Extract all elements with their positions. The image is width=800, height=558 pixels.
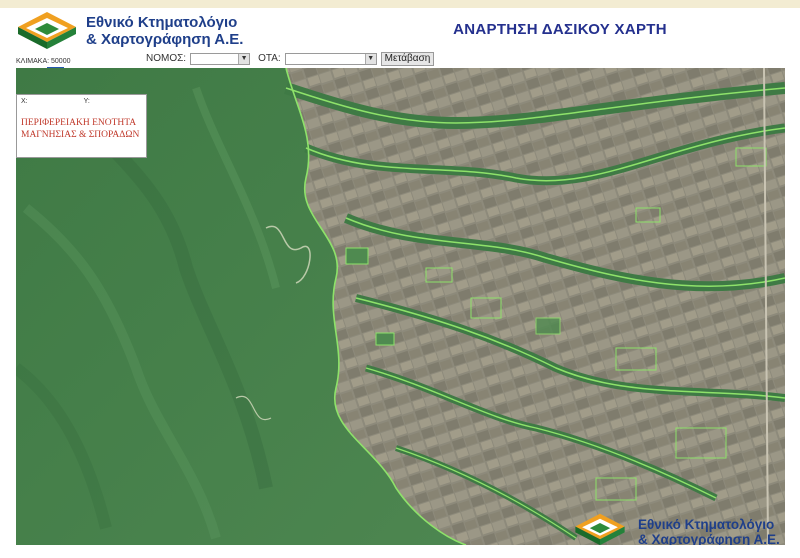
prefecture-label: ΝΟΜΟΣ: xyxy=(146,53,187,64)
logo-mark-icon xyxy=(575,513,625,546)
region-info-box: X: Y: ΠΕΡΙΦΕΡΕΙΑΚΗ ΕΝΟΤΗΤΑ ΜΑΓΝΗΣΙΑΣ & Σ… xyxy=(16,94,147,158)
scale-label: ΚΛΙΜΑΚΑ: 50000 xyxy=(16,58,71,65)
ektho-logo: Εθνικό Κτηματολόγιο & Χαρτογράφηση Α.Ε. xyxy=(16,10,246,50)
logo-text-line2: & Χαρτογράφηση Α.Ε. xyxy=(86,31,244,48)
ota-select[interactable]: ▼ xyxy=(284,52,377,65)
chevron-down-icon: ▼ xyxy=(364,53,376,64)
navigation-bar: ΝΟΜΟΣ: ▼ ΟΤΑ: ▼ Μετάβαση xyxy=(146,51,435,66)
ota-label: ΟΤΑ: xyxy=(258,53,281,64)
page-title: ΑΝΑΡΤΗΣΗ ΔΑΣΙΚΟΥ ΧΑΡΤΗ xyxy=(453,21,667,38)
coordinate-readout: X: Y: xyxy=(21,98,141,105)
bottom-frame xyxy=(0,545,800,558)
go-button[interactable]: Μετάβαση xyxy=(380,51,435,66)
region-name: ΠΕΡΙΦΕΡΕΙΑΚΗ ΕΝΟΤΗΤΑ ΜΑΓΝΗΣΙΑΣ & ΣΠΟΡΑΔΩ… xyxy=(21,118,140,140)
watermark-text-line1: Εθνικό Κτηματολόγιο xyxy=(638,517,775,532)
logo-mark-icon xyxy=(18,12,76,49)
watermark-logo: Εθνικό Κτηματολόγιο & Χαρτογράφηση Α.Ε. xyxy=(572,512,787,548)
chevron-down-icon: ▼ xyxy=(238,53,250,64)
x-coordinate-label: X: xyxy=(21,98,28,105)
prefecture-select[interactable]: ▼ xyxy=(190,52,251,65)
top-strip xyxy=(0,0,800,8)
y-coordinate-label: Y: xyxy=(83,98,90,105)
logo-text-line1: Εθνικό Κτηματολόγιο xyxy=(86,14,238,31)
